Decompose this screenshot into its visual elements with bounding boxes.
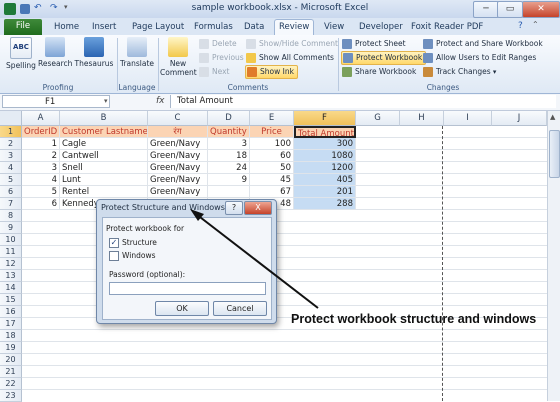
- arrow-line: [195, 213, 319, 309]
- annotation-arrow: [190, 209, 319, 309]
- annotation-text: Protect workbook structure and windows: [291, 312, 537, 326]
